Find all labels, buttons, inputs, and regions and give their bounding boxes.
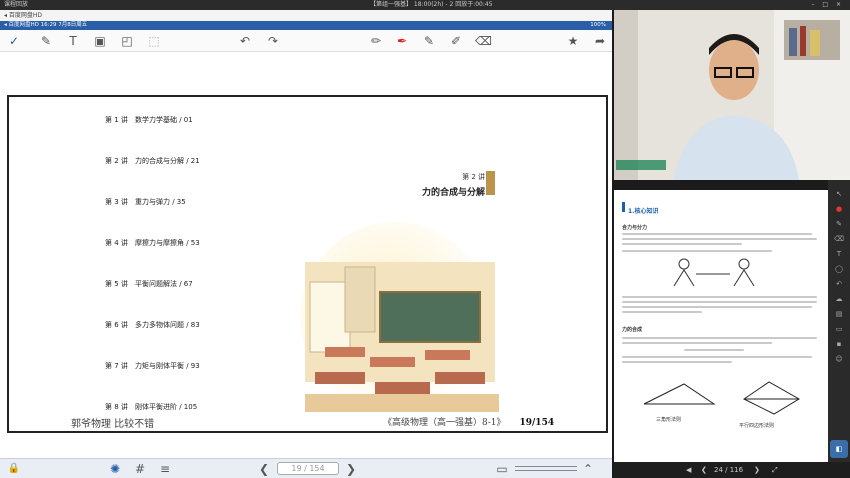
annotation-toolbar: ✓ ✎ T ▣ ◰ ⬚ ↶ ↷ ✏ ✒ ✎ ✐ ⌫ ★ ➦ bbox=[0, 30, 612, 52]
footer-book-title: 《高级物理（高一强基）8-1》 19/154 bbox=[383, 418, 555, 428]
book-page: 第 1 讲数学力学基础 / 01 第 2 讲力的合成与分解 / 21 第 3 讲… bbox=[7, 95, 608, 433]
status-left: ◂ 百度网盘HD 16:29 7月8日周五 bbox=[4, 22, 88, 28]
chat-icon[interactable]: ▪ bbox=[834, 340, 844, 348]
chapter-number: 第 2 讲 bbox=[462, 173, 485, 181]
image-icon[interactable]: ▣ bbox=[92, 33, 108, 49]
share-icon[interactable]: ➦ bbox=[592, 33, 608, 49]
laser-icon[interactable]: ● bbox=[834, 205, 844, 213]
save-icon[interactable]: ▤ bbox=[834, 310, 844, 318]
diagram-caption: 平行四边形法则 bbox=[739, 423, 775, 429]
scroll-slider[interactable] bbox=[515, 466, 577, 471]
cursor-icon[interactable]: ↖ bbox=[834, 190, 844, 198]
handout-page-indicator[interactable]: 24 / 116 bbox=[714, 462, 743, 478]
fullscreen-icon[interactable]: ⤢ bbox=[772, 462, 778, 478]
redo-icon[interactable]: ↷ bbox=[265, 33, 281, 49]
toc-item[interactable]: 第 1 讲数学力学基础 / 01 bbox=[105, 115, 193, 125]
toc-item[interactable]: 第 8 讲刚体平衡进阶 / 105 bbox=[105, 402, 197, 412]
people-figure bbox=[673, 258, 755, 287]
next-page-icon[interactable]: ❯ bbox=[754, 462, 760, 478]
thumbnail-icon[interactable]: ▭ bbox=[494, 461, 510, 477]
marker-icon[interactable]: ✎ bbox=[421, 33, 437, 49]
collapse-up-icon[interactable]: ⌃ bbox=[580, 461, 596, 477]
footer-watermark: 郭爷物理 比较不错 bbox=[71, 419, 155, 430]
red-pen-icon[interactable]: ✒ bbox=[394, 33, 410, 49]
heading-marker bbox=[622, 202, 625, 212]
highlighter-icon[interactable]: ✐ bbox=[448, 33, 464, 49]
section-title: 力的合成 bbox=[622, 327, 643, 333]
pencil-icon[interactable]: ✏ bbox=[368, 33, 384, 49]
next-page-icon[interactable]: ❯ bbox=[343, 461, 359, 477]
pen-icon[interactable]: ✎ bbox=[834, 220, 844, 228]
prev-page-icon[interactable]: ❮ bbox=[256, 461, 272, 477]
chapter-title: 力的合成与分解 bbox=[421, 188, 485, 198]
device-statusbar: ◂ 百度网盘HD 16:29 7月8日周五 100% bbox=[0, 21, 612, 30]
undo-icon[interactable]: ↶ bbox=[834, 280, 844, 288]
check-icon[interactable]: ✓ bbox=[6, 33, 22, 49]
battery-status: 100% bbox=[590, 22, 606, 28]
reader-bottombar: 🔒 ✺ # ≡ ❮ 19 / 154 ❯ ▭ ⌃ bbox=[0, 458, 612, 478]
text-icon[interactable]: T bbox=[834, 250, 844, 258]
list-icon[interactable]: ≡ bbox=[157, 461, 173, 477]
handout-preview: 1.核心知识 合力与分力 力的合成 三角形法则 平行四边形法则 bbox=[614, 190, 828, 462]
tab-row: ◂ 百度网盘HD bbox=[0, 10, 612, 21]
eraser-icon[interactable]: ⌫ bbox=[834, 235, 844, 243]
eraser-icon[interactable]: ⌫ bbox=[475, 33, 492, 49]
select-icon[interactable]: ⬚ bbox=[146, 33, 162, 49]
footer-page-number: 19/154 bbox=[519, 418, 555, 428]
chapter-heading: 第 2 讲 力的合成与分解 bbox=[393, 172, 485, 198]
tab-title[interactable]: ◂ 百度网盘HD bbox=[4, 12, 42, 19]
handout-pager-bar: ◀ ❮ 24 / 116 ❯ ⤢ bbox=[614, 462, 850, 478]
toc-item[interactable]: 第 3 讲重力与弹力 / 35 bbox=[105, 197, 186, 207]
teacher-camera-feed bbox=[614, 10, 850, 180]
camera-image bbox=[614, 10, 850, 180]
volume-icon[interactable]: ◀ bbox=[686, 462, 691, 478]
vector-diagrams bbox=[643, 381, 800, 415]
classroom-illustration bbox=[300, 222, 499, 412]
toc-item[interactable]: 第 4 讲摩擦力与摩擦角 / 53 bbox=[105, 238, 200, 248]
prev-page-icon[interactable]: ❮ bbox=[701, 462, 707, 478]
reader-window: ◂ 百度网盘HD ◂ 百度网盘HD 16:29 7月8日周五 100% ✓ ✎ … bbox=[0, 10, 612, 478]
cloud-icon[interactable]: ☁ bbox=[834, 295, 844, 303]
shape-icon[interactable]: ◰ bbox=[119, 33, 135, 49]
shape-icon[interactable]: ◯ bbox=[834, 265, 844, 273]
pen-icon[interactable]: ✎ bbox=[38, 33, 54, 49]
document-canvas: 第 1 讲数学力学基础 / 01 第 2 讲力的合成与分解 / 21 第 3 讲… bbox=[0, 53, 612, 434]
handout-heading: 1.核心知识 bbox=[628, 208, 659, 215]
app-title: 课程回放 bbox=[4, 1, 29, 8]
chapter-accent-bar bbox=[486, 171, 495, 195]
text-icon[interactable]: T bbox=[65, 33, 81, 49]
toc-item[interactable]: 第 7 讲力矩与刚体平衡 / 93 bbox=[105, 361, 200, 371]
folder-icon[interactable]: ▭ bbox=[834, 325, 844, 333]
side-toolbar: ↖ ● ✎ ⌫ T ◯ ↶ ☁ ▤ ▭ ▪ ☺ ◧ bbox=[828, 180, 850, 462]
system-titlebar: 课程回放 【第组一强基】 18:00(2h) - 2 回放于:00:45 – □… bbox=[0, 0, 850, 10]
page-indicator[interactable]: 19 / 154 bbox=[277, 462, 339, 475]
session-title: 【第组一强基】 18:00(2h) - 2 回放于:00:45 bbox=[370, 1, 493, 8]
user-icon[interactable]: ☺ bbox=[834, 355, 844, 363]
toc-item[interactable]: 第 2 讲力的合成与分解 / 21 bbox=[105, 156, 200, 166]
diagram-caption: 三角形法则 bbox=[656, 417, 682, 423]
divider-strip bbox=[612, 180, 850, 190]
toc-item[interactable]: 第 5 讲平衡问题解法 / 67 bbox=[105, 279, 193, 289]
star-icon[interactable]: ★ bbox=[565, 33, 581, 49]
app-logo-icon[interactable]: ◧ bbox=[830, 440, 848, 458]
lock-icon[interactable]: 🔒 bbox=[6, 461, 22, 477]
section-title: 合力与分力 bbox=[622, 225, 648, 231]
grid-icon[interactable]: # bbox=[132, 461, 148, 477]
window-controls[interactable]: – □ × bbox=[811, 0, 844, 10]
undo-icon[interactable]: ↶ bbox=[237, 33, 253, 49]
toc-item[interactable]: 第 6 讲多力多物体问题 / 83 bbox=[105, 320, 200, 330]
brightness-icon[interactable]: ✺ bbox=[107, 461, 123, 477]
